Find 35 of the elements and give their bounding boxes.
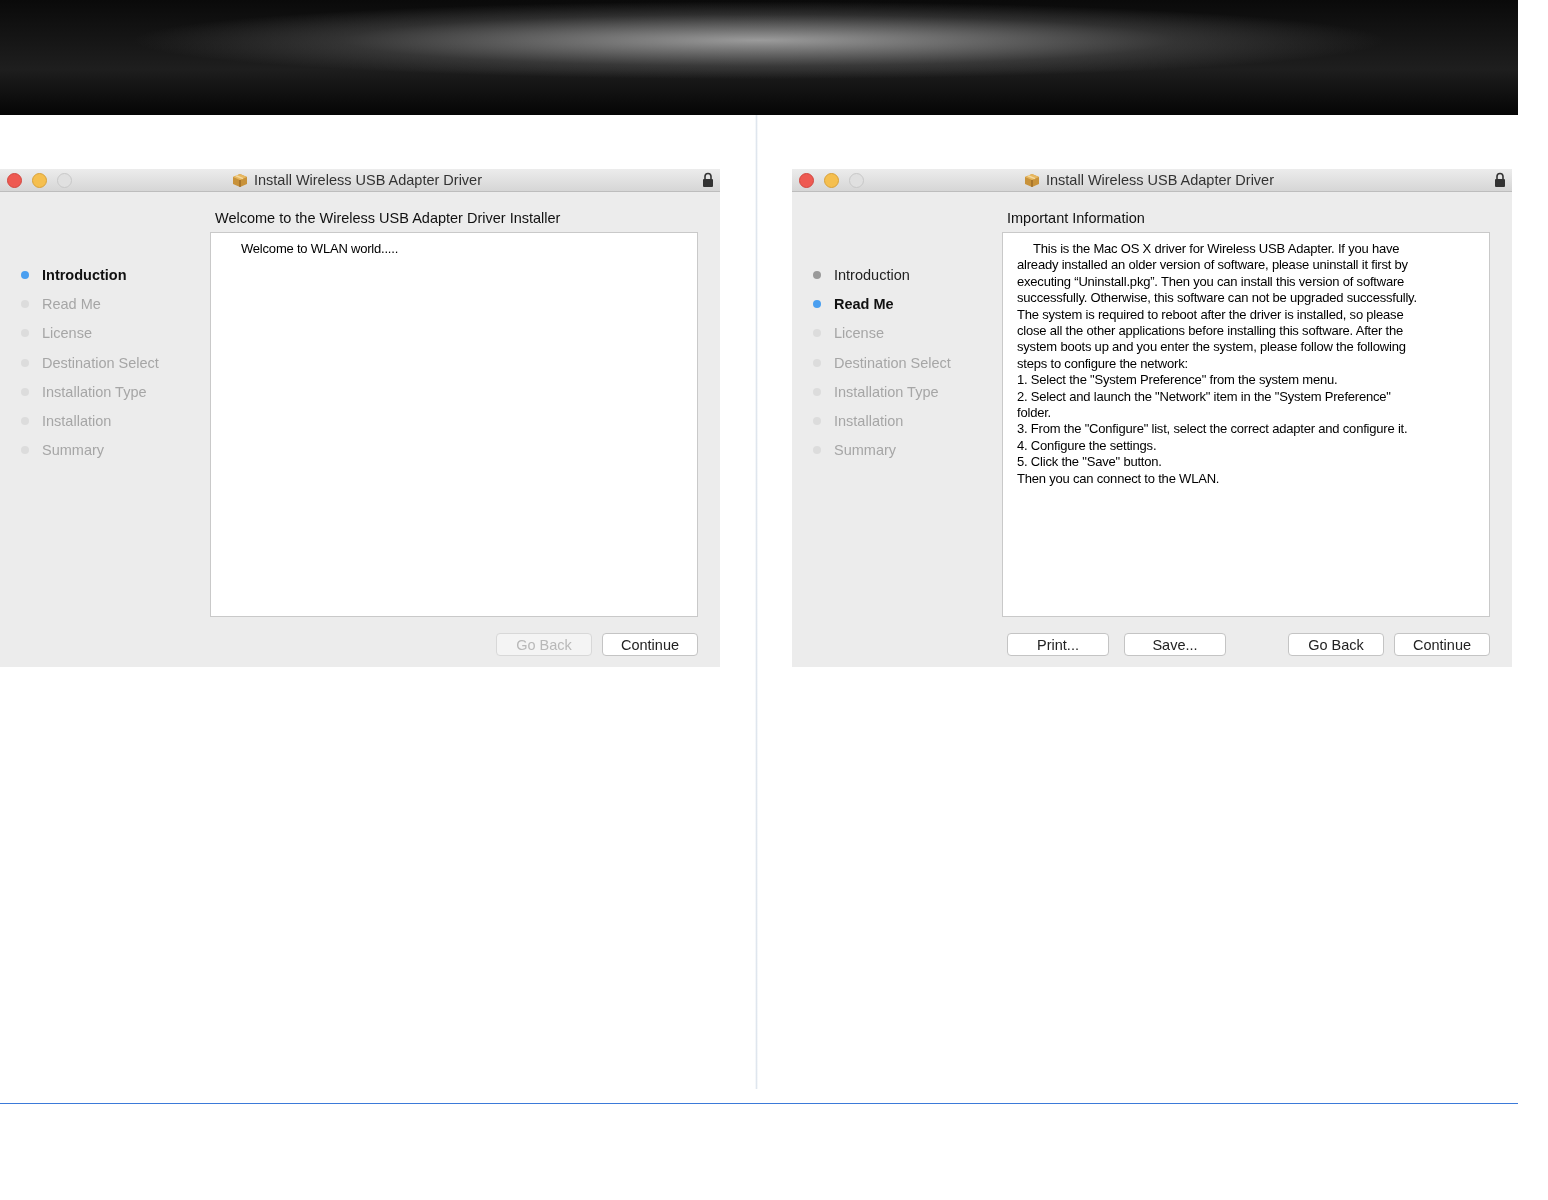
step-label: Installation xyxy=(42,413,112,430)
push-button[interactable]: Print... xyxy=(1007,633,1109,656)
step-label: Installation Type xyxy=(42,383,147,400)
step-label: Summary xyxy=(834,442,897,459)
step-label: Introduction xyxy=(834,266,910,283)
window-title: Install Wireless USB Adapter Driver xyxy=(253,172,482,188)
pane-heading: Important Information xyxy=(1006,209,1146,228)
body-text: Welcome to WLAN world..... xyxy=(240,241,400,258)
lock-icon xyxy=(1494,172,1506,188)
step-label: License xyxy=(42,325,92,342)
zoom-button[interactable] xyxy=(849,172,864,188)
step-label: Destination Select xyxy=(834,354,951,371)
body-text: This is the Mac OS X driver for Wireless USB Adapter. If you have already installed an older version of software, please uninstall it first by executing “Uninstall.pkg”. Then you can install this version of software successfully. Otherwise, this software can not be upgraded successfully. The system is required to reboot after the driver is installed, so please close all the other applications before installing this software. After the system boots up and you enter the system, please follow the following steps to configure the network: 1. Select the "System Preference" from the system menu. 2. Select and launch the "Network" item in the "System Preference" folder. 3. From the "Configure" list, select the correct adapter and configure it. 4. Configure the settings. 5. Click the "Save" button. Then you can connect to the WLAN. xyxy=(1017,241,1418,488)
minimize-button[interactable] xyxy=(824,172,839,188)
package-icon xyxy=(231,172,248,188)
close-button[interactable] xyxy=(7,172,22,188)
zoom-button[interactable] xyxy=(57,172,72,188)
step-label: Installation xyxy=(834,413,904,430)
step-label: Summary xyxy=(42,442,105,459)
push-button[interactable]: Save... xyxy=(1124,633,1226,656)
push-button[interactable]: Go Back xyxy=(1288,633,1384,656)
step-label: Read Me xyxy=(42,295,101,312)
step-label: Installation Type xyxy=(834,383,939,400)
minimize-button[interactable] xyxy=(32,172,47,188)
lock-icon xyxy=(702,172,714,188)
window-title: Install Wireless USB Adapter Driver xyxy=(1045,172,1274,188)
step-label: Read Me xyxy=(834,295,894,312)
push-button[interactable]: Continue xyxy=(1394,633,1490,656)
pane-heading: Welcome to the Wireless USB Adapter Driver Installer xyxy=(214,209,562,228)
step-label: License xyxy=(834,325,884,342)
push-button[interactable]: Continue xyxy=(602,633,698,656)
step-label: Introduction xyxy=(42,266,127,283)
step-label: Destination Select xyxy=(42,354,159,371)
package-icon xyxy=(1023,172,1040,188)
close-button[interactable] xyxy=(799,172,814,188)
